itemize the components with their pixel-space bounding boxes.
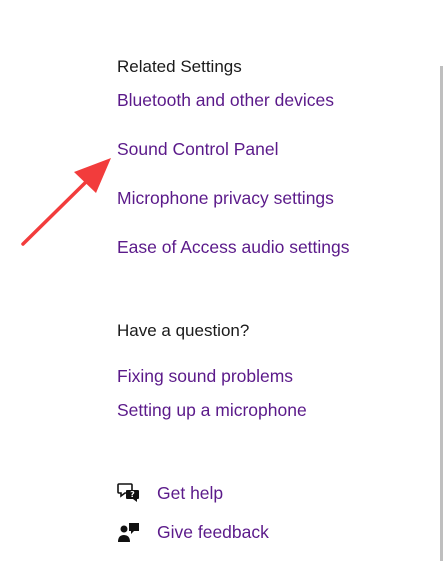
annotation-arrow-icon — [21, 158, 111, 246]
